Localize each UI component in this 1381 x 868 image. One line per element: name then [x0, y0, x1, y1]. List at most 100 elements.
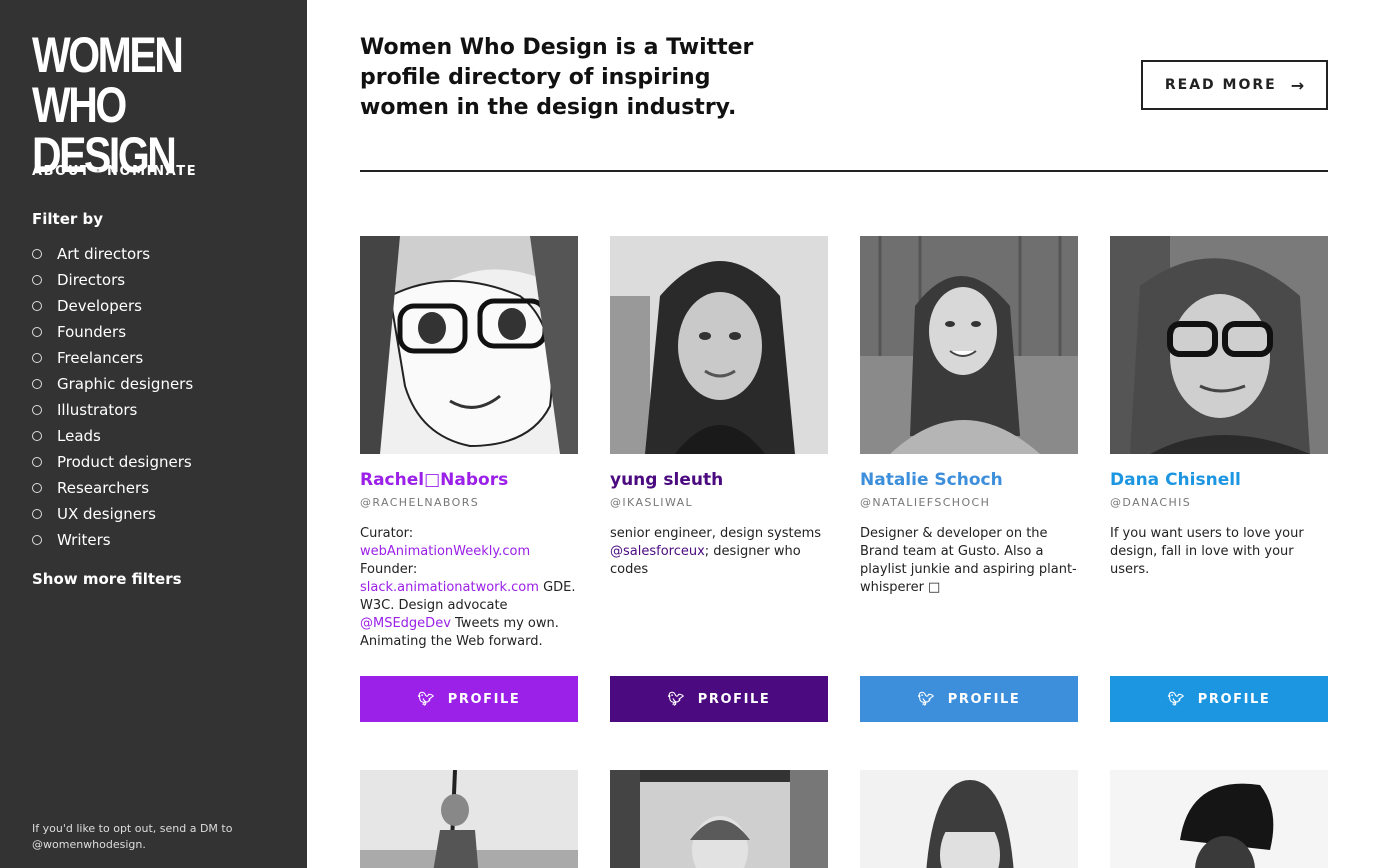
avatar[interactable]	[860, 236, 1078, 454]
profile-button[interactable]: 🐦︎ PROFILE	[1110, 676, 1328, 722]
bio-link[interactable]: @salesforceux	[610, 544, 705, 559]
sidebar: WOMEN WHO DESIGN ABOUT · NOMINATE Filter b…	[0, 0, 307, 868]
filter-art-directors[interactable]: Art directors	[32, 241, 193, 267]
profile-card: Dana Chisnell @DANACHIS If you want user…	[1110, 236, 1328, 722]
profile-card: Natalie Schoch @NATALIEFSCHOCH Designer …	[860, 236, 1078, 722]
portrait-image	[1110, 236, 1328, 454]
bio-link[interactable]: webAnimationWeekly.com	[360, 544, 530, 559]
filter-product-designers[interactable]: Product designers	[32, 449, 193, 475]
opt-out-note: If you'd like to opt out, send a DM to @…	[32, 822, 233, 851]
filter-label: Developers	[57, 297, 142, 315]
profile-button[interactable]: 🐦︎ PROFILE	[860, 676, 1078, 722]
avatar[interactable]	[360, 236, 578, 454]
radio-icon[interactable]	[32, 483, 42, 493]
read-more-button[interactable]: READ MORE →	[1141, 60, 1328, 110]
show-more-filters-link[interactable]: Show more filters	[32, 570, 182, 588]
site-logo[interactable]: WOMEN WHO DESIGN	[32, 30, 258, 180]
profile-handle: @IKASLIWAL	[610, 496, 694, 509]
profile-name[interactable]: yung sleuth	[610, 470, 828, 494]
profile-name[interactable]: Natalie Schoch	[860, 470, 1078, 494]
profile-bio: If you want users to love your design, f…	[1110, 525, 1328, 665]
filter-directors[interactable]: Directors	[32, 267, 193, 293]
radio-icon[interactable]	[32, 431, 42, 441]
radio-icon[interactable]	[32, 535, 42, 545]
bio-text: Founder:	[360, 562, 418, 577]
filter-list: Art directors Directors Developers Found…	[32, 241, 193, 553]
twitter-icon: 🐦︎	[417, 691, 436, 707]
radio-icon[interactable]	[32, 353, 42, 363]
portrait-image	[360, 770, 578, 868]
read-more-label: READ MORE	[1164, 77, 1277, 93]
filter-label: UX designers	[57, 505, 156, 523]
arrow-right-icon: →	[1290, 75, 1305, 95]
filter-founders[interactable]: Founders	[32, 319, 193, 345]
avatar[interactable]	[1110, 770, 1328, 868]
filter-ux-designers[interactable]: UX designers	[32, 501, 193, 527]
filter-graphic-designers[interactable]: Graphic designers	[32, 371, 193, 397]
profile-button-label: PROFILE	[447, 691, 521, 707]
filter-label: Writers	[57, 531, 111, 549]
profile-bio: senior engineer, design systems @salesfo…	[610, 525, 828, 665]
filter-label: Art directors	[57, 245, 151, 263]
filter-writers[interactable]: Writers	[32, 527, 193, 553]
profile-button-label: PROFILE	[947, 691, 1021, 707]
radio-icon[interactable]	[32, 379, 42, 389]
radio-icon[interactable]	[32, 249, 42, 259]
avatar[interactable]	[610, 236, 828, 454]
avatar[interactable]	[1110, 236, 1328, 454]
bio-text: senior engineer, design systems	[610, 526, 822, 541]
filter-illustrators[interactable]: Illustrators	[32, 397, 193, 423]
filter-label: Researchers	[57, 479, 150, 497]
nominate-link[interactable]: NOMINATE	[107, 164, 197, 179]
profile-bio: Designer & developer on the Brand team a…	[860, 525, 1078, 665]
filter-title: Filter by	[32, 210, 104, 228]
profile-handle: @DANACHIS	[1110, 496, 1192, 509]
radio-icon[interactable]	[32, 457, 42, 467]
profile-button[interactable]: 🐦︎ PROFILE	[360, 676, 578, 722]
avatar[interactable]	[610, 770, 828, 868]
profile-button-label: PROFILE	[697, 691, 771, 707]
filter-label: Graphic designers	[57, 375, 194, 393]
profile-name[interactable]: Dana Chisnell	[1110, 470, 1328, 494]
filter-label: Directors	[57, 271, 126, 289]
portrait-image	[610, 236, 828, 454]
profile-bio: Curator: webAnimationWeekly.com Founder:…	[360, 525, 578, 665]
bio-text: Curator:	[360, 526, 414, 541]
logo-line-1: WOMEN	[32, 27, 184, 83]
bio-text: If you want users to love your design, f…	[1110, 526, 1304, 577]
cartoon-portrait-image	[360, 236, 578, 454]
avatar[interactable]	[360, 770, 578, 868]
filter-freelancers[interactable]: Freelancers	[32, 345, 193, 371]
twitter-icon: 🐦︎	[917, 691, 936, 707]
filter-leads[interactable]: Leads	[32, 423, 193, 449]
top-nav: ABOUT · NOMINATE	[32, 164, 197, 179]
filter-researchers[interactable]: Researchers	[32, 475, 193, 501]
filter-label: Product designers	[57, 453, 192, 471]
bio-text: Designer & developer on the Brand team a…	[860, 526, 1077, 595]
filter-developers[interactable]: Developers	[32, 293, 193, 319]
filter-label: Founders	[57, 323, 127, 341]
portrait-image	[1110, 770, 1328, 868]
twitter-icon: 🐦︎	[1167, 691, 1186, 707]
avatar[interactable]	[860, 770, 1078, 868]
twitter-icon: 🐦︎	[667, 691, 686, 707]
filter-label: Freelancers	[57, 349, 144, 367]
profile-handle: @RACHELNABORS	[360, 496, 480, 509]
radio-icon[interactable]	[32, 327, 42, 337]
filter-label: Leads	[57, 427, 101, 445]
radio-icon[interactable]	[32, 275, 42, 285]
portrait-image	[610, 770, 828, 868]
divider	[360, 170, 1328, 172]
profile-name[interactable]: Rachel□Nabors	[360, 470, 578, 494]
filter-label: Illustrators	[57, 401, 138, 419]
radio-icon[interactable]	[32, 405, 42, 415]
portrait-image	[860, 236, 1078, 454]
bio-link[interactable]: slack.animationatwork.com	[360, 580, 539, 595]
intro-text: Women Who Design is a Twitter profile di…	[360, 35, 754, 120]
radio-icon[interactable]	[32, 509, 42, 519]
about-link[interactable]: ABOUT	[32, 164, 90, 179]
profile-handle: @NATALIEFSCHOCH	[860, 496, 991, 509]
radio-icon[interactable]	[32, 301, 42, 311]
bio-link[interactable]: @MSEdgeDev	[360, 616, 451, 631]
profile-button[interactable]: 🐦︎ PROFILE	[610, 676, 828, 722]
